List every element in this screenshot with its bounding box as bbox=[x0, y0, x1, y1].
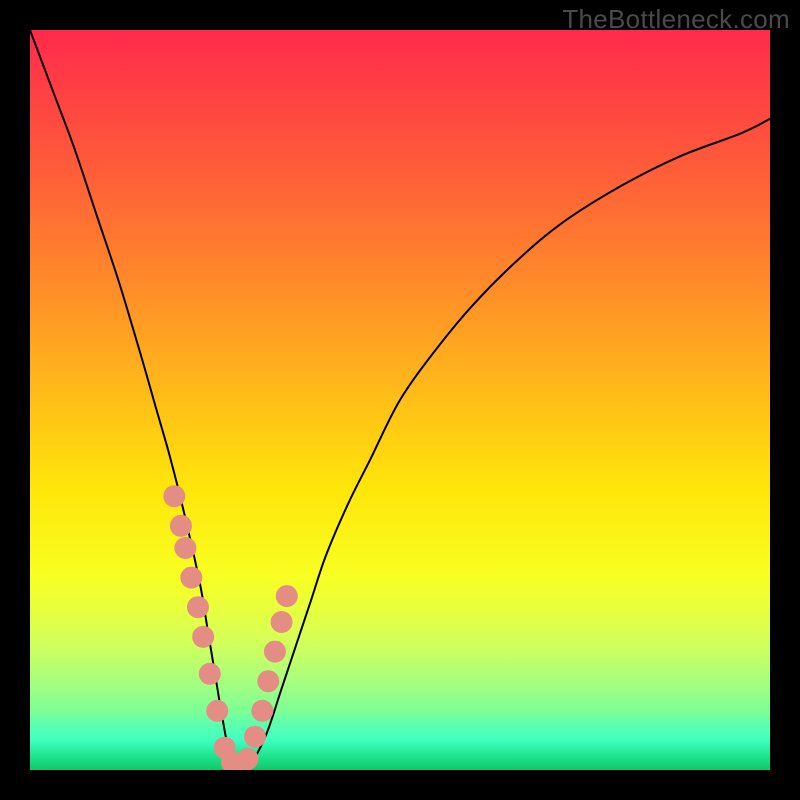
chart-frame: TheBottleneck.com bbox=[0, 0, 800, 800]
curve-marker bbox=[271, 611, 293, 633]
curve-marker bbox=[264, 641, 286, 663]
plot-area bbox=[30, 30, 770, 770]
curve-markers bbox=[163, 485, 297, 770]
curve-marker bbox=[214, 737, 236, 759]
curve-marker bbox=[244, 726, 266, 748]
curve-marker bbox=[192, 626, 214, 648]
curve-marker bbox=[187, 596, 209, 618]
curve-marker bbox=[170, 515, 192, 537]
curve-marker bbox=[251, 700, 273, 722]
curve-marker bbox=[231, 754, 253, 770]
curve-marker bbox=[163, 485, 185, 507]
bottleneck-curve bbox=[30, 30, 770, 770]
curve-marker bbox=[180, 567, 202, 589]
curve-layer bbox=[30, 30, 770, 770]
curve-marker bbox=[199, 663, 221, 685]
curve-marker bbox=[257, 670, 279, 692]
curve-marker bbox=[206, 700, 228, 722]
curve-marker bbox=[276, 585, 298, 607]
curve-marker bbox=[221, 752, 243, 770]
curve-marker bbox=[237, 748, 259, 770]
curve-marker bbox=[174, 537, 196, 559]
